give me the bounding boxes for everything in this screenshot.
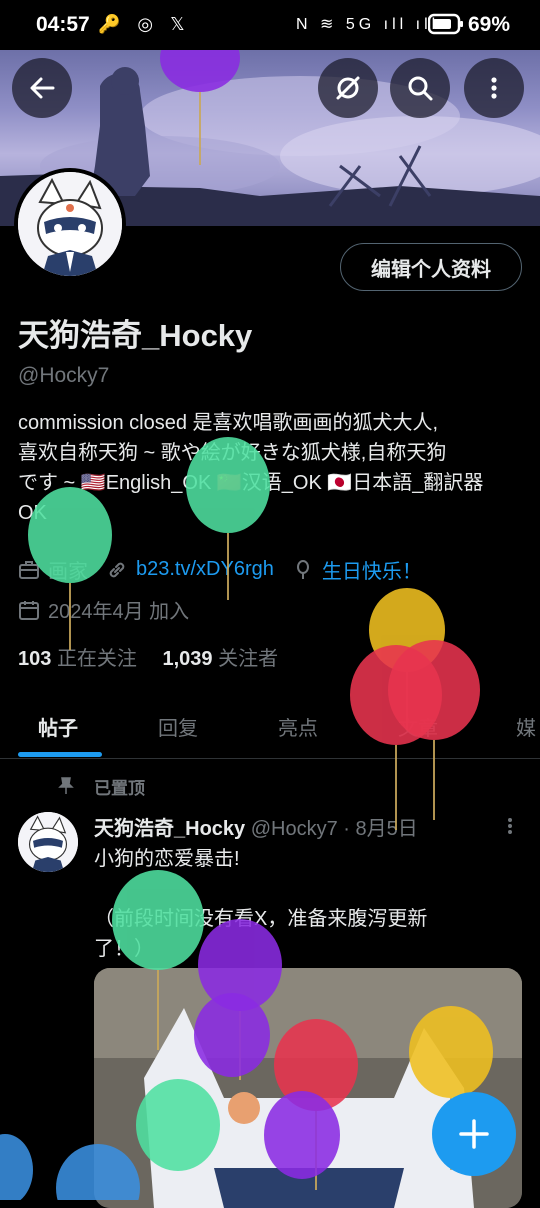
briefcase-icon (19, 560, 39, 579)
post-header: 天狗浩奇_Hocky @Hocky7 · 8月5日 (94, 812, 418, 841)
post-text: 小狗的恋爱暴击! （前段时间没有看X，准备来腹泻更新 了！） (94, 844, 504, 964)
status-notification-icons: 🔑 ◎ 𝕏 (98, 14, 191, 34)
calendar-icon (19, 600, 39, 620)
tab-posts[interactable]: 帖子 (38, 712, 78, 741)
post-date: · 8月5日 (343, 818, 418, 840)
back-button[interactable] (12, 58, 72, 118)
bio-line: OK (18, 502, 47, 524)
post-text-line: 小狗的恋爱暴击! (94, 848, 240, 870)
following-count: 103 (18, 648, 52, 670)
more-vertical-icon (491, 77, 497, 99)
avatar-illustration (18, 172, 122, 276)
post-text-line: 了！） (94, 938, 154, 960)
pinned-label: 已置顶 (94, 779, 145, 798)
follow-stats: 103 正在关注 1,039 关注者 (18, 642, 278, 671)
grok-button[interactable] (318, 58, 378, 118)
link-icon (109, 562, 125, 577)
profile-bio: commission closed 是喜欢唱歌画画的狐犬大人, 喜欢自称天狗 ~… (18, 408, 528, 528)
post-avatar-illustration (18, 812, 78, 872)
profession-text: 画家 (48, 561, 88, 583)
post-more-icon[interactable] (500, 816, 520, 836)
battery-icon (427, 12, 464, 41)
compose-button[interactable] (432, 1092, 516, 1176)
followers-label: 关注者 (218, 648, 279, 670)
bio-line: 喜欢自称天狗 ~ 歌や絵が好きな狐犬様,自称天狗 (18, 442, 447, 464)
more-button[interactable] (464, 58, 524, 118)
tab-articles[interactable]: 文章 (398, 712, 438, 741)
search-button[interactable] (390, 58, 450, 118)
active-tab-indicator (18, 752, 102, 757)
post-text-line: （前段时间没有看X，准备来腹泻更新 (94, 908, 428, 930)
status-signal-icons: N ≋ 5G ıll ıll (296, 16, 440, 33)
joined-row: 2024年4月 加入 (18, 595, 189, 624)
following-label: 正在关注 (56, 648, 137, 670)
grok-icon (336, 76, 360, 100)
profile-meta-row: 画家 b23.tv/xDY6rgh 生日快乐！ (18, 555, 422, 584)
pin-icon (58, 777, 74, 794)
profile-link[interactable]: b23.tv/xDY6rgh (136, 558, 274, 581)
balloon-blue (0, 1134, 33, 1200)
tab-replies[interactable]: 回复 (158, 712, 198, 741)
following-link[interactable]: 103 正在关注 (18, 648, 137, 670)
balloon-icon (296, 559, 309, 579)
display-name: 天狗浩奇_Hocky (18, 318, 253, 353)
arrow-left-icon (30, 77, 55, 99)
followers-link[interactable]: 1,039 关注者 (163, 648, 279, 670)
joined-date: 2024年4月 加入 (48, 601, 190, 623)
followers-count: 1,039 (162, 648, 213, 670)
profile-tabs: 帖子 回复 亮点 文章 媒 (0, 694, 540, 759)
tab-media[interactable]: 媒 (516, 712, 536, 741)
user-handle: @Hocky7 (18, 364, 110, 387)
post-author[interactable]: 天狗浩奇_Hocky (94, 818, 245, 840)
plus-icon (459, 1119, 489, 1149)
battery-percent: 69% (468, 13, 511, 36)
edit-profile-button[interactable]: 编辑个人资料 (340, 243, 522, 291)
post-avatar[interactable] (18, 812, 78, 872)
bio-line: です ~ 🇺🇸English_OK 🇨🇳汉语_OK 🇯🇵日本語_翻訳器 (18, 472, 484, 494)
search-icon (408, 76, 433, 101)
status-bar: 04:57 🔑 ◎ 𝕏 N ≋ 5G ıll ıll 69% (0, 0, 540, 50)
post-handle: @Hocky7 (250, 818, 338, 840)
tab-highlights[interactable]: 亮点 (278, 712, 318, 741)
birthday-text[interactable]: 生日快乐！ (322, 555, 422, 584)
bio-line: commission closed 是喜欢唱歌画画的狐犬大人, (18, 412, 439, 434)
profile-avatar[interactable] (14, 168, 126, 280)
status-time: 04:57 (36, 13, 90, 36)
